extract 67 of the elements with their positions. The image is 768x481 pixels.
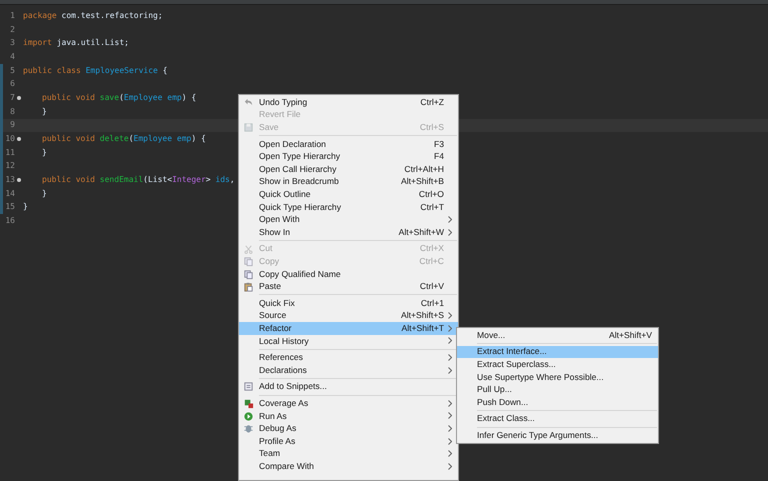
save-icon bbox=[243, 122, 254, 134]
line-number: 11 bbox=[4, 146, 15, 159]
clipboard-icon bbox=[243, 281, 254, 292]
menu-item[interactable]: Copy Qualified Name bbox=[239, 268, 458, 280]
menu-item[interactable]: Use Supertype Where Possible... bbox=[457, 370, 658, 384]
menu-item[interactable]: Source Alt+Shift+S bbox=[239, 310, 458, 322]
menu-item[interactable]: Quick Fix Ctrl+1 bbox=[239, 296, 458, 310]
scissors-icon bbox=[243, 244, 254, 255]
code-line: public void save(Employee emp) { bbox=[42, 92, 196, 104]
menu-item[interactable]: Push Down... bbox=[457, 396, 658, 409]
line-number: 5 bbox=[9, 64, 15, 77]
line-number: 14 bbox=[4, 188, 15, 200]
menu-item[interactable]: Local History bbox=[239, 334, 458, 348]
menu-item[interactable]: Quick Outline Ctrl+O bbox=[239, 188, 458, 201]
menu-item[interactable]: References bbox=[239, 351, 458, 364]
menu-item[interactable]: Profile As bbox=[239, 434, 458, 448]
menu-item[interactable]: Extract Class... bbox=[457, 412, 658, 426]
line-number: 15 bbox=[4, 201, 15, 214]
code-line: package com.test.refactoring; bbox=[23, 10, 163, 22]
line-number: 4 bbox=[9, 50, 15, 63]
menu-item[interactable]: Open Type Hierarchy F4 bbox=[239, 150, 458, 163]
copy-icon bbox=[243, 256, 254, 268]
line-number: 7 bbox=[9, 92, 15, 104]
menu-item[interactable]: Team bbox=[239, 447, 458, 460]
line-number: 12 bbox=[4, 160, 15, 172]
menu-item[interactable]: Add to Snippets... bbox=[239, 380, 458, 394]
menu-item[interactable]: Show In Alt+Shift+W bbox=[239, 226, 458, 239]
menu-item[interactable]: Show in Breadcrumb Alt+Shift+B bbox=[239, 176, 458, 188]
document-icon bbox=[243, 381, 254, 392]
menu-item[interactable]: Coverage As bbox=[239, 397, 458, 410]
menu-item[interactable]: Move... Alt+Shift+V bbox=[457, 329, 658, 342]
code-line: public class EmployeeService { bbox=[23, 64, 168, 77]
code-line: } bbox=[23, 201, 28, 214]
line-number: 9 bbox=[9, 119, 15, 132]
menu-item[interactable]: Undo Typing Ctrl+Z bbox=[239, 96, 458, 109]
squares-icon bbox=[243, 398, 254, 410]
code-line: public void sendEmail(List<Integer> ids, bbox=[42, 174, 235, 186]
line-number: 3 bbox=[9, 37, 15, 50]
copy-icon bbox=[243, 268, 254, 280]
code-line: } bbox=[42, 146, 47, 159]
line-number: 10 bbox=[4, 133, 15, 146]
play-icon bbox=[243, 410, 254, 422]
line-number: 2 bbox=[9, 24, 15, 36]
menu-item[interactable]: Extract Superclass... bbox=[457, 358, 658, 371]
bug-icon bbox=[243, 423, 254, 434]
menu-item[interactable]: Open With bbox=[239, 213, 458, 226]
menu-item[interactable]: Declarations bbox=[239, 364, 458, 376]
code-line: } bbox=[42, 188, 47, 200]
menu-item[interactable]: Refactor Alt+Shift+T bbox=[239, 322, 458, 335]
code-line: import java.util.List; bbox=[23, 37, 129, 50]
menu-item[interactable]: Pull Up... bbox=[457, 383, 658, 396]
code-line: public void delete(Employee emp) { bbox=[42, 133, 206, 146]
line-number: 13 bbox=[4, 174, 15, 186]
menu-item[interactable]: Open Call Hierarchy Ctrl+Alt+H bbox=[239, 162, 458, 176]
menu-item[interactable]: Debug As bbox=[239, 422, 458, 435]
menu-item[interactable]: Quick Type Hierarchy Ctrl+T bbox=[239, 200, 458, 214]
menu-item[interactable]: Open Declaration F3 bbox=[239, 138, 458, 150]
menu-item[interactable]: Run As bbox=[239, 410, 458, 422]
menu-item[interactable]: Paste Ctrl+V bbox=[239, 280, 458, 293]
line-number: 8 bbox=[9, 106, 15, 118]
line-number: 16 bbox=[4, 215, 15, 228]
menu-item[interactable]: Infer Generic Type Arguments... bbox=[457, 429, 658, 442]
code-line: } bbox=[42, 106, 47, 118]
line-number: 6 bbox=[9, 78, 15, 90]
menu-item[interactable]: Compare With bbox=[239, 460, 458, 473]
menu-item[interactable]: Extract Interface... bbox=[457, 346, 658, 358]
line-number: 1 bbox=[9, 10, 15, 22]
